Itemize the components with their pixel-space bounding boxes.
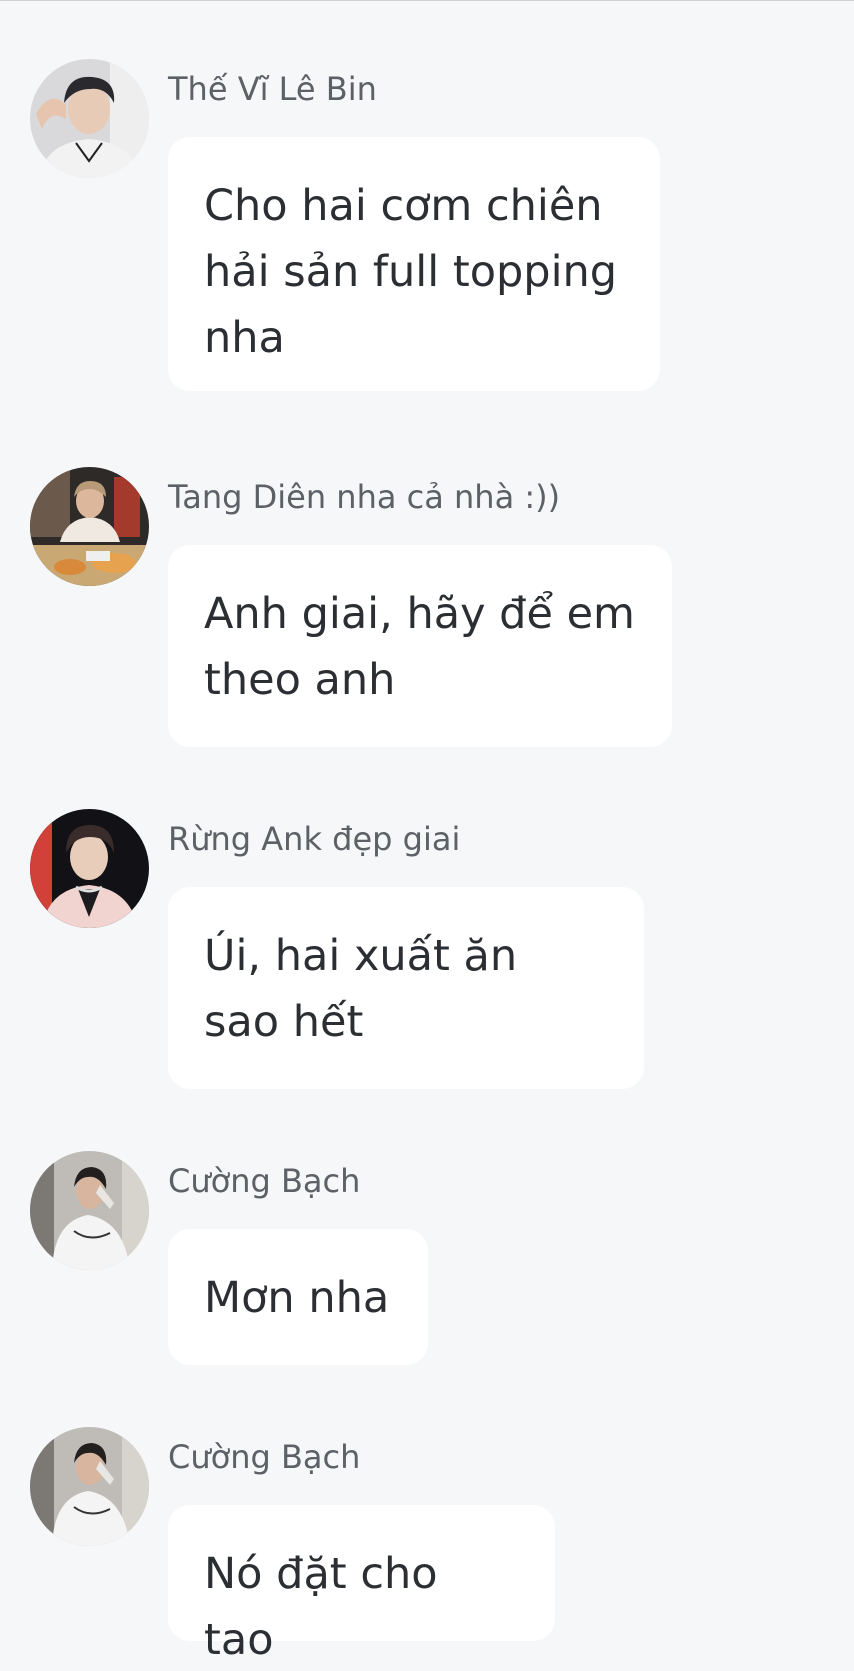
avatar[interactable] (30, 59, 149, 178)
avatar[interactable] (30, 1427, 149, 1546)
message-bubble[interactable]: Cho hai cơm chiên hải sản full topping n… (168, 137, 660, 391)
avatar[interactable] (30, 809, 149, 928)
message-bubble[interactable]: Nó đặt cho tao (168, 1505, 555, 1665)
avatar[interactable] (30, 467, 149, 586)
sender-name: Rừng Ank đẹp giai (168, 820, 461, 858)
user-avatar-photo-icon (30, 1151, 149, 1270)
avatar[interactable] (30, 1151, 149, 1270)
sender-name: Cường Bạch (168, 1438, 361, 1476)
message-bubble[interactable]: Mơn nha (168, 1229, 428, 1365)
user-avatar-photo-icon (30, 1427, 149, 1546)
user-avatar-photo-icon (30, 809, 149, 928)
chat-message-list[interactable]: Thế Vĩ Lê Bin Cho hai cơm chiên hải sản … (0, 0, 854, 1671)
sender-name: Cường Bạch (168, 1162, 361, 1200)
message-bubble[interactable]: Anh giai, hãy để em theo anh (168, 545, 672, 747)
message-bubble[interactable]: Úi, hai xuất ăn sao hết (168, 887, 644, 1089)
sender-name: Thế Vĩ Lê Bin (168, 70, 377, 108)
sender-name: Tang Diên nha cả nhà :)) (168, 478, 561, 516)
user-avatar-photo-icon (30, 467, 149, 586)
user-avatar-photo-icon (30, 59, 149, 178)
